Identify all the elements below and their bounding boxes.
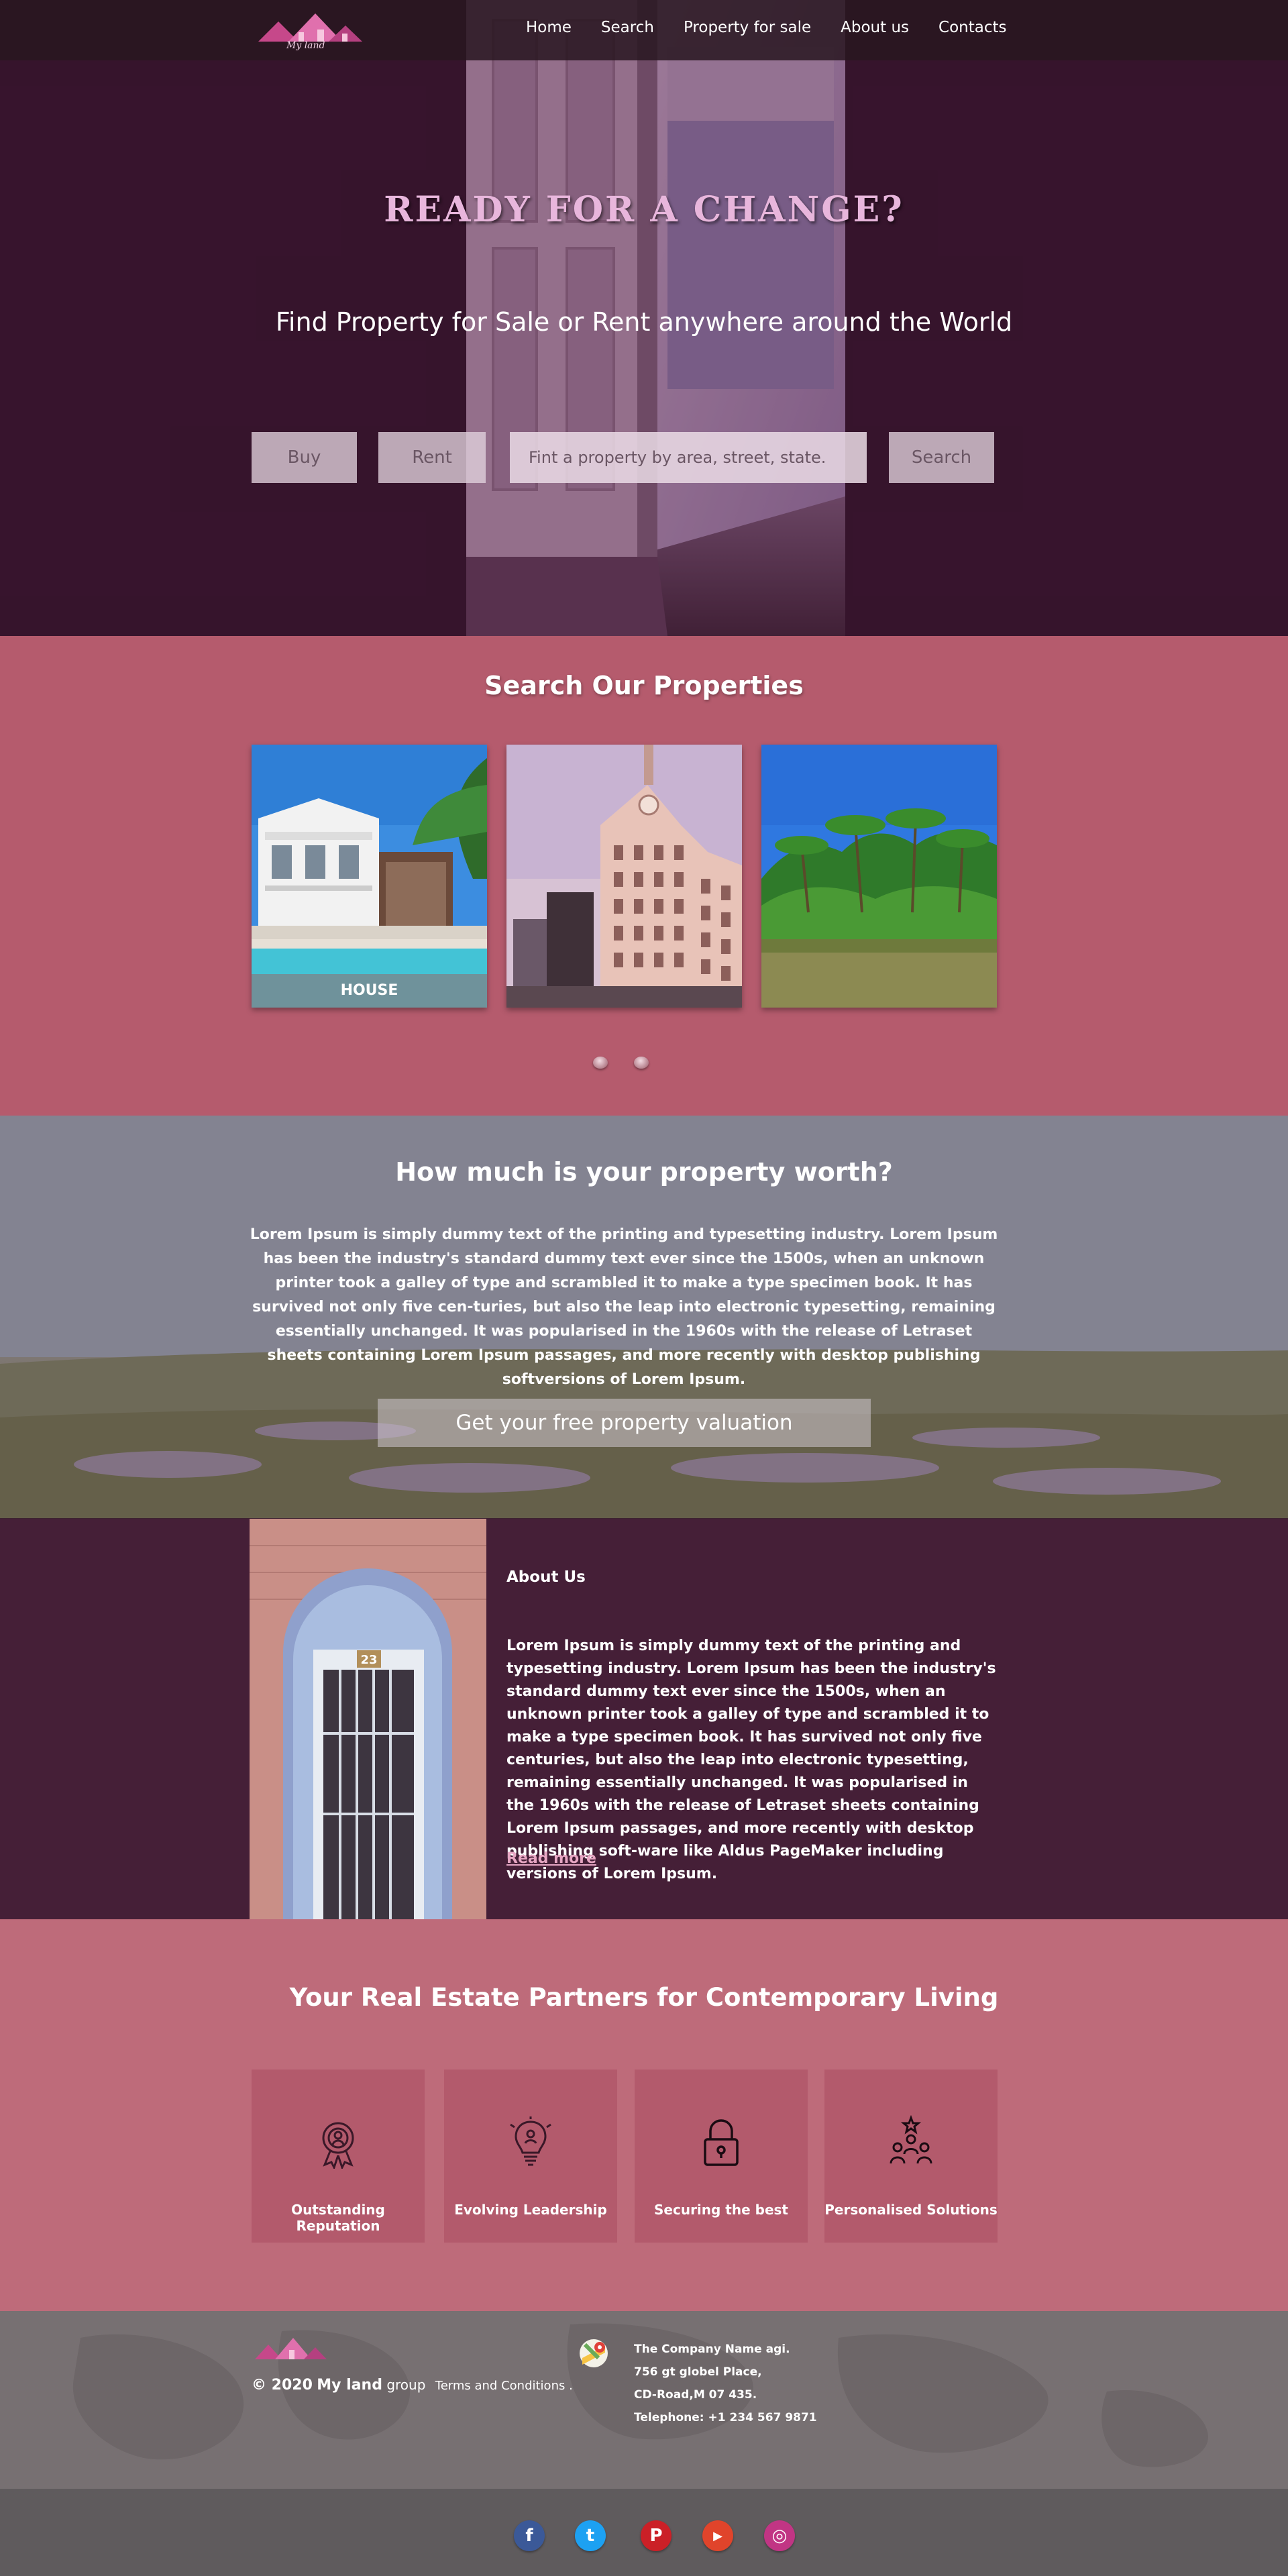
youtube-icon[interactable]: ▶ — [702, 2520, 733, 2551]
footer-brand: My land — [317, 2377, 382, 2394]
award-medal-icon — [322, 2122, 354, 2169]
feature-label: Outstanding Reputation — [291, 2202, 385, 2234]
buy-button[interactable]: Buy — [252, 432, 357, 483]
nav-contacts[interactable]: Contacts — [938, 19, 1006, 36]
nav-home[interactable]: Home — [526, 19, 572, 36]
footer-group: group — [386, 2377, 426, 2393]
team-star-icon — [890, 2115, 932, 2164]
nav-property-for-sale[interactable]: Property for sale — [684, 19, 811, 36]
address-line: CD-Road,M 07 435. — [634, 2388, 757, 2402]
rent-button[interactable]: Rent — [378, 432, 486, 483]
carousel-dot-2[interactable] — [634, 1057, 649, 1069]
hero-section: READY FOR A CHANGE? Find Property for Sa… — [0, 0, 1288, 636]
partners-title: Your Real Estate Partners for Contempora… — [289, 1983, 999, 2012]
hero-subtitle: Find Property for Sale or Rent anywhere … — [275, 307, 1013, 337]
city-building-image — [506, 745, 742, 1008]
instagram-icon[interactable]: ◎ — [764, 2520, 795, 2551]
search-button[interactable]: Search — [889, 432, 994, 483]
nav-menu: Home Search Property for sale About us C… — [526, 19, 1036, 36]
read-more-link[interactable]: Read more — [506, 1850, 596, 1867]
copyright-year: © 2020 — [252, 2377, 313, 2394]
house-with-pool-image — [252, 745, 487, 1008]
company-address: The Company Name agi. 756 gt globel Plac… — [634, 2338, 817, 2429]
hero-title: READY FOR A CHANGE? — [384, 189, 904, 230]
tropical-river-image — [761, 745, 997, 1008]
twitter-icon[interactable]: t — [575, 2520, 606, 2551]
social-links-bar: f t P ▶ ◎ — [0, 2489, 1288, 2576]
feature-label: Evolving Leadership — [454, 2202, 607, 2218]
about-description: Lorem Ipsum is simply dummy text of the … — [506, 1638, 996, 1882]
properties-section: Search Our Properties HOUSE — [0, 636, 1288, 1116]
door-number: 23 — [360, 1653, 377, 1667]
facebook-icon[interactable]: f — [514, 2520, 545, 2551]
footer: © 2020 My land group Terms and Condition… — [0, 2311, 1288, 2489]
property-card-label: HOUSE — [252, 974, 487, 1008]
carousel-dot-1[interactable] — [593, 1057, 608, 1069]
property-card-city[interactable] — [506, 745, 742, 1008]
feature-solutions: Personalised Solutions — [824, 2070, 998, 2243]
map-pin-icon — [580, 2339, 608, 2367]
feature-reputation: Outstanding Reputation — [252, 2070, 425, 2243]
about-heading: About Us — [506, 1568, 586, 1586]
padlock-icon — [704, 2119, 739, 2166]
feature-label: Personalised Solutions — [824, 2202, 998, 2218]
about-door-image: 23 — [250, 1519, 486, 1919]
worth-description: Lorem Ipsum is simply dummy text of the … — [250, 1226, 998, 1388]
property-search-input[interactable] — [510, 432, 867, 483]
footer-logo-icon[interactable] — [252, 2331, 332, 2371]
property-worth-section: How much is your property worth? Lorem I… — [0, 1116, 1288, 1518]
property-card-tropical[interactable] — [761, 745, 997, 1008]
pinterest-icon[interactable]: P — [641, 2520, 672, 2551]
free-valuation-button[interactable]: Get your free property valuation — [378, 1399, 871, 1447]
address-line: 756 gt globel Place, — [634, 2365, 762, 2379]
terms-link[interactable]: Terms and Conditions . — [435, 2379, 573, 2393]
address-line: The Company Name agi. — [634, 2343, 790, 2356]
site-logo-icon[interactable]: My land — [252, 7, 369, 52]
feature-leadership: Evolving Leadership — [444, 2070, 617, 2243]
logo-text: My land — [286, 40, 325, 51]
about-section: 23 About Us Lorem Ipsum is simply dummy … — [0, 1519, 1288, 1919]
feature-security: Securing the best — [635, 2070, 808, 2243]
properties-title: Search Our Properties — [484, 671, 804, 700]
top-navigation: My land Home Search Property for sale Ab… — [0, 0, 1288, 60]
footer-copyright: © 2020 My land group Terms and Condition… — [252, 2377, 573, 2394]
worth-title: How much is your property worth? — [395, 1157, 893, 1187]
nav-about-us[interactable]: About us — [841, 19, 909, 36]
property-card-house[interactable]: HOUSE — [252, 745, 487, 1008]
feature-label: Securing the best — [654, 2202, 788, 2218]
nav-search[interactable]: Search — [601, 19, 654, 36]
lightbulb-icon — [510, 2116, 551, 2166]
partners-section: Your Real Estate Partners for Contempora… — [0, 1919, 1288, 2311]
telephone: Telephone: +1 234 567 9871 — [634, 2411, 817, 2424]
